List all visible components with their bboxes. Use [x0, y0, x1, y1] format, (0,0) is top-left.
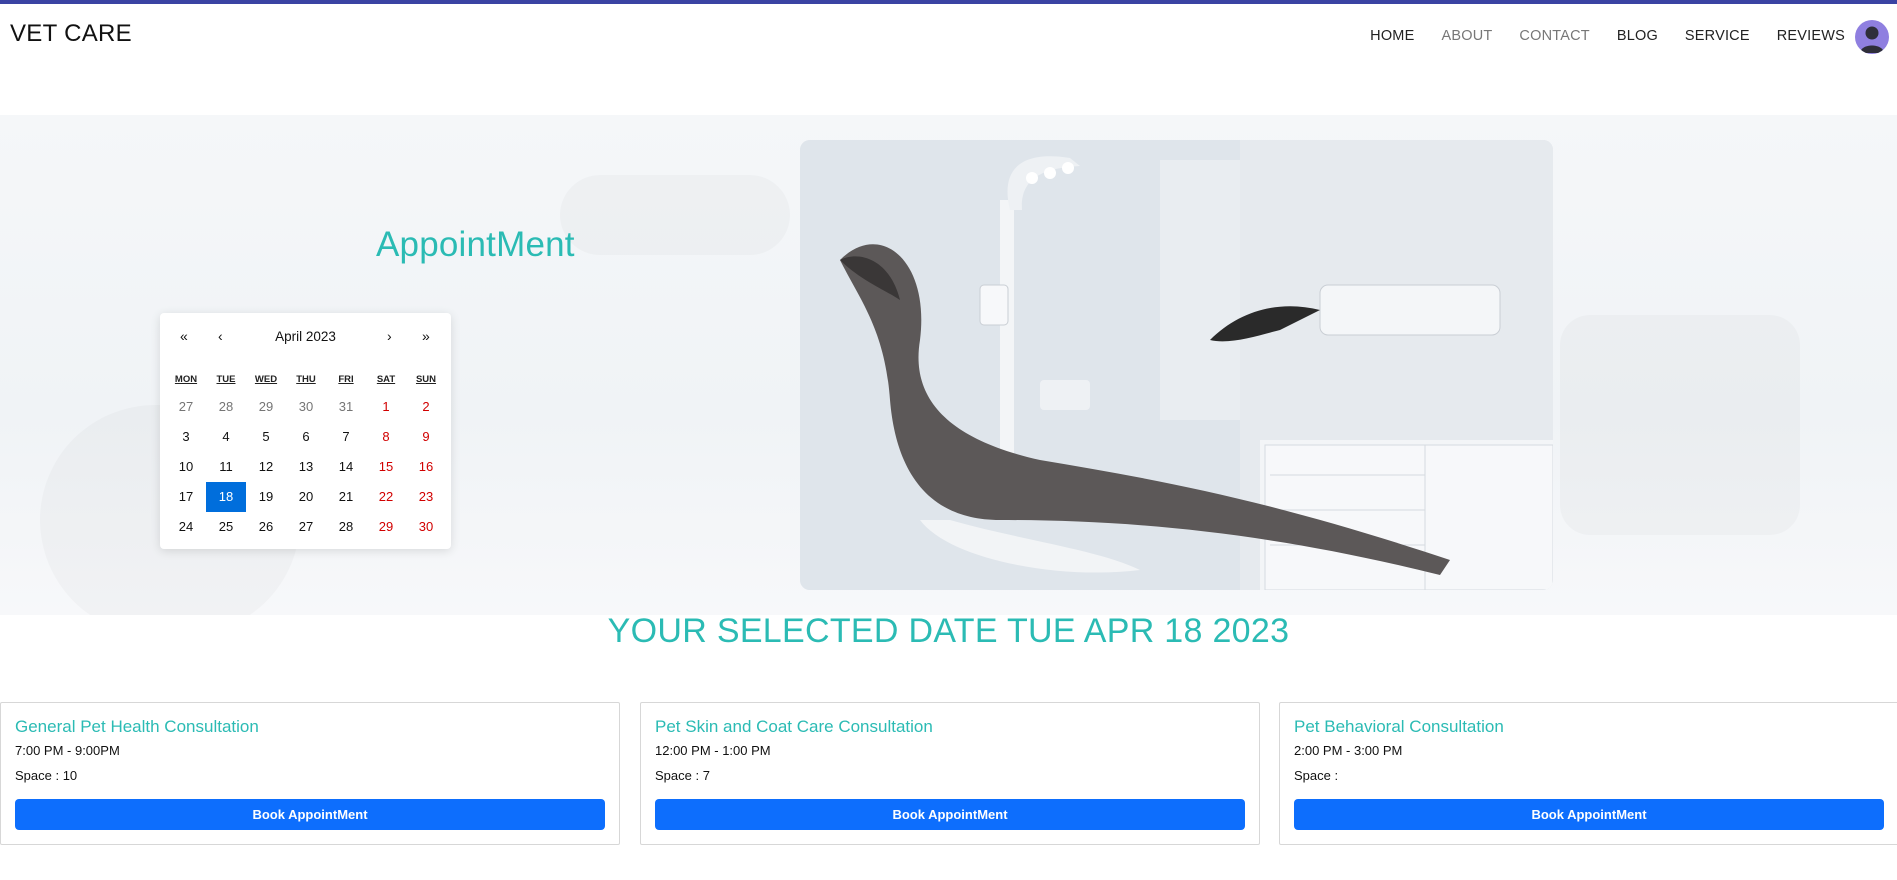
calendar-day-selected[interactable]: 18: [206, 482, 246, 512]
weekday-header: FRI: [338, 374, 354, 385]
nav-home[interactable]: HOME: [1370, 28, 1414, 44]
calendar-day[interactable]: 6: [286, 422, 326, 452]
calendar-day[interactable]: 8: [366, 422, 406, 452]
calendar-day[interactable]: 13: [286, 452, 326, 482]
background-tray-shape: [1560, 315, 1800, 535]
calendar-month-label[interactable]: April 2023: [160, 329, 451, 344]
calendar-day[interactable]: 27: [166, 392, 206, 422]
appointment-title: Pet Skin and Coat Care Consultation: [655, 717, 933, 736]
calendar-day[interactable]: 26: [246, 512, 286, 542]
calendar-day[interactable]: 25: [206, 512, 246, 542]
selected-date-heading: YOUR SELECTED DATE TUE APR 18 2023: [607, 612, 1290, 650]
nav-reviews[interactable]: REVIEWS: [1777, 28, 1845, 44]
calendar-day[interactable]: 20: [286, 482, 326, 512]
calendar-day[interactable]: 15: [366, 452, 406, 482]
appointment-time: 2:00 PM - 3:00 PM: [1294, 743, 1403, 758]
brand-logo[interactable]: VET CARE: [10, 20, 132, 48]
nav-about[interactable]: ABOUT: [1441, 28, 1492, 44]
calendar-day[interactable]: 29: [366, 512, 406, 542]
calendar-last-button[interactable]: »: [422, 328, 430, 344]
calendar-day[interactable]: 2: [406, 392, 446, 422]
weekday-header: SUN: [415, 374, 437, 385]
calendar-day[interactable]: 10: [166, 452, 206, 482]
appointment-card: Pet Behavioral Consultation 2:00 PM - 3:…: [1279, 702, 1897, 845]
appointment-title: Pet Behavioral Consultation: [1294, 717, 1504, 736]
appointment-space: Space : 7: [655, 768, 710, 783]
calendar-day[interactable]: 19: [246, 482, 286, 512]
calendar-day[interactable]: 9: [406, 422, 446, 452]
calendar-day[interactable]: 28: [326, 512, 366, 542]
weekday-header: THU: [296, 374, 316, 385]
calendar-day[interactable]: 28: [206, 392, 246, 422]
appointment-space: Space : 10: [15, 768, 78, 783]
calendar-day[interactable]: 30: [406, 512, 446, 542]
dental-chair-illustration: [800, 140, 1553, 590]
calendar-day[interactable]: 27: [286, 512, 326, 542]
calendar-day[interactable]: 4: [206, 422, 246, 452]
calendar-day[interactable]: 3: [166, 422, 206, 452]
nav-service[interactable]: SERVICE: [1685, 28, 1750, 44]
calendar-day[interactable]: 24: [166, 512, 206, 542]
calendar-day[interactable]: 31: [326, 392, 366, 422]
weekday-header: TUE: [216, 374, 236, 385]
calendar-day[interactable]: 16: [406, 452, 446, 482]
appointment-title: General Pet Health Consultation: [15, 717, 259, 736]
top-accent-bar: [0, 0, 1897, 4]
book-appointment-button[interactable]: Book AppointMent: [655, 799, 1245, 830]
appointment-heading: AppointMent: [376, 225, 575, 264]
main-nav: HOME ABOUT CONTACT BLOG SERVICE REVIEWS: [1343, 28, 1845, 44]
weekday-header: MON: [174, 374, 198, 385]
calendar-day[interactable]: 1: [366, 392, 406, 422]
calendar-day[interactable]: 23: [406, 482, 446, 512]
calendar-day[interactable]: 21: [326, 482, 366, 512]
calendar-day[interactable]: 12: [246, 452, 286, 482]
weekday-header: SAT: [376, 374, 396, 385]
appointment-time: 12:00 PM - 1:00 PM: [655, 743, 771, 758]
background-lamp-shape: [560, 175, 790, 255]
calendar-day[interactable]: 11: [206, 452, 246, 482]
calendar-day[interactable]: 17: [166, 482, 206, 512]
appointment-space: Space :: [1294, 768, 1339, 783]
calendar-day[interactable]: 29: [246, 392, 286, 422]
calendar-day[interactable]: 5: [246, 422, 286, 452]
nav-blog[interactable]: BLOG: [1617, 28, 1658, 44]
book-appointment-button[interactable]: Book AppointMent: [1294, 799, 1884, 830]
calendar-next-button[interactable]: ›: [387, 328, 392, 344]
weekday-header: WED: [254, 374, 278, 385]
calendar-day[interactable]: 7: [326, 422, 366, 452]
calendar-day[interactable]: 14: [326, 452, 366, 482]
appointment-calendar: « ‹ April 2023 › » MON TUE WED THU FRI S…: [160, 313, 451, 549]
user-avatar[interactable]: [1855, 20, 1889, 54]
clinic-chair-image: [800, 140, 1553, 590]
calendar-day[interactable]: 30: [286, 392, 326, 422]
user-icon: [1860, 26, 1884, 53]
appointment-card: Pet Skin and Coat Care Consultation 12:0…: [640, 702, 1260, 845]
appointment-card: General Pet Health Consultation 7:00 PM …: [0, 702, 620, 845]
nav-contact[interactable]: CONTACT: [1519, 28, 1589, 44]
appointment-time: 7:00 PM - 9:00PM: [15, 743, 120, 758]
calendar-day[interactable]: 22: [366, 482, 406, 512]
book-appointment-button[interactable]: Book AppointMent: [15, 799, 605, 830]
